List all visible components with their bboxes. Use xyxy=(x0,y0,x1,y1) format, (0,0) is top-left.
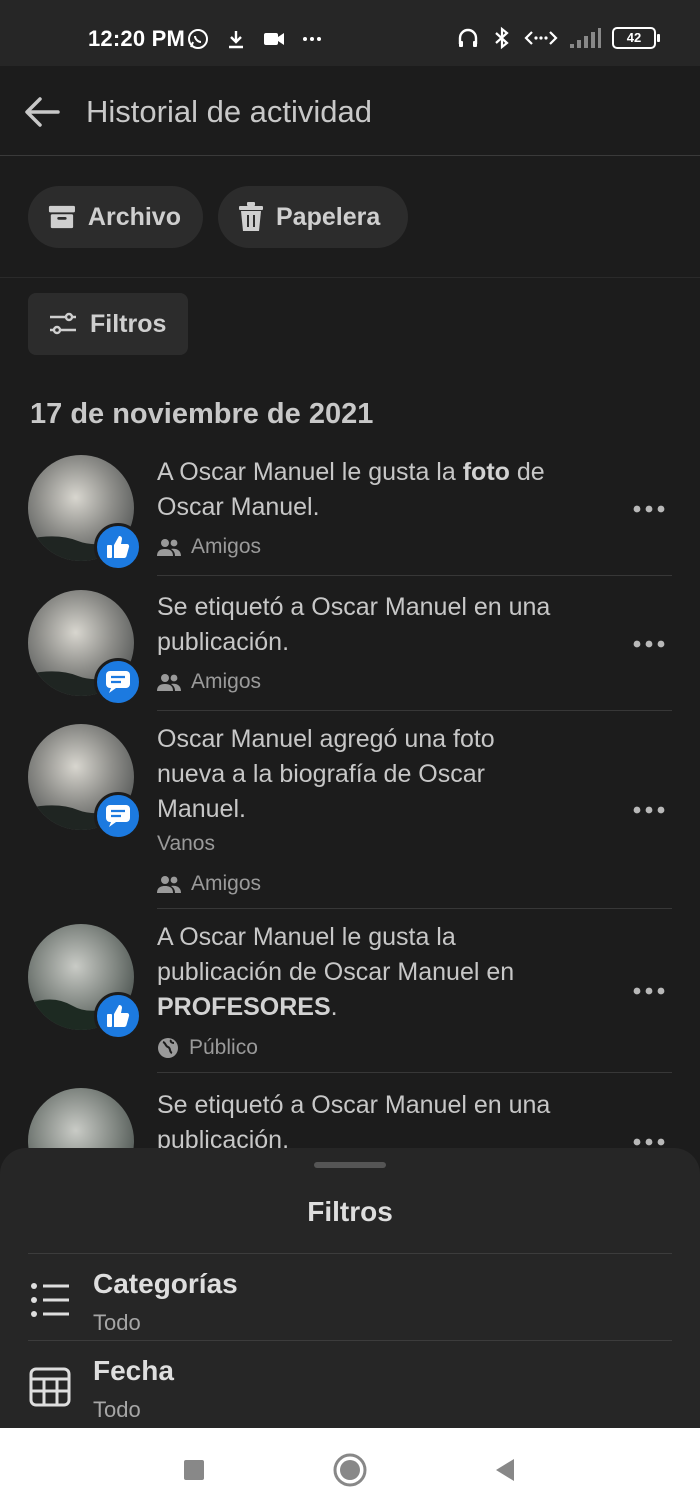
activity-item[interactable]: A Oscar Manuel le gusta la publicación d… xyxy=(0,920,700,1073)
activity-item[interactable]: A Oscar Manuel le gusta la foto de Oscar… xyxy=(0,455,700,576)
status-left-icons xyxy=(186,27,324,51)
recent-apps-icon[interactable] xyxy=(176,1452,212,1488)
activity-text: Se etiquetó a Oscar Manuel en una public… xyxy=(157,593,551,656)
trash-chip[interactable]: Papelera xyxy=(218,186,408,248)
archive-box-icon xyxy=(48,205,75,229)
divider xyxy=(157,575,672,576)
data-arrows-icon xyxy=(524,31,558,45)
sheet-item-value: Todo xyxy=(93,1397,141,1422)
chip-row: Archivo Papelera xyxy=(0,156,700,278)
filters-button-label: Filtros xyxy=(90,309,167,338)
globe-icon xyxy=(158,1038,178,1058)
page-title: Historial de actividad xyxy=(86,94,373,129)
activity-item[interactable]: Se etiquetó a Oscar Manuel en una public… xyxy=(0,590,700,711)
more-options-icon[interactable] xyxy=(632,638,666,650)
activity-privacy: Público xyxy=(157,1036,258,1060)
archive-chip-label: Archivo xyxy=(87,202,181,231)
friends-icon xyxy=(157,539,181,556)
sheet-item-categories[interactable]: Categorías Todo xyxy=(0,1254,700,1340)
comment-icon xyxy=(106,671,130,693)
filters-bottom-sheet: Filtros Categorías Todo Fecha Todo xyxy=(0,1148,700,1428)
friends-icon xyxy=(157,876,181,893)
headphones-icon xyxy=(458,28,478,47)
thumbs-up-icon xyxy=(107,1005,130,1027)
activity-privacy: Amigos xyxy=(157,670,261,694)
status-time: 12:20 PM xyxy=(88,26,185,51)
like-badge xyxy=(94,523,142,571)
video-icon xyxy=(264,33,284,45)
divider xyxy=(157,710,672,711)
activity-privacy: Amigos xyxy=(157,535,261,559)
download-icon xyxy=(229,31,243,49)
signal-icon xyxy=(570,28,601,48)
sheet-title: Filtros xyxy=(307,1196,393,1227)
filters-button[interactable]: Filtros xyxy=(28,293,188,355)
archive-chip[interactable]: Archivo xyxy=(28,186,203,248)
trash-chip-label: Papelera xyxy=(276,202,381,231)
whatsapp-icon xyxy=(188,29,208,49)
activity-text: A Oscar Manuel le gusta la publicación d… xyxy=(157,923,515,1021)
sliders-icon xyxy=(50,312,76,335)
list-icon xyxy=(31,1283,69,1317)
friends-icon xyxy=(157,674,181,691)
thumbs-up-icon xyxy=(107,536,130,558)
more-options-icon[interactable] xyxy=(632,985,666,997)
divider xyxy=(157,1072,672,1073)
divider xyxy=(157,908,672,909)
system-nav-bar xyxy=(0,1428,700,1511)
battery-indicator: 42 xyxy=(612,27,660,49)
back-arrow-icon[interactable] xyxy=(22,92,62,132)
status-bar: 12:20 PM 42 xyxy=(0,0,700,66)
status-right-icons: 42 xyxy=(456,26,660,50)
avatar xyxy=(28,724,142,840)
more-options-icon[interactable] xyxy=(632,503,666,515)
app-header: Historial de actividad xyxy=(0,66,700,156)
avatar xyxy=(28,924,142,1040)
activity-item[interactable]: Oscar Manuel agregó una foto nueva a la … xyxy=(0,722,700,909)
avatar xyxy=(28,455,142,571)
comment-badge xyxy=(94,658,142,706)
sheet-drag-handle[interactable] xyxy=(314,1162,386,1168)
bluetooth-icon xyxy=(495,26,509,50)
comment-icon xyxy=(106,805,130,827)
activity-text: Oscar Manuel agregó una foto nueva a la … xyxy=(157,725,495,823)
like-badge xyxy=(94,992,142,1040)
sheet-item-label: Fecha xyxy=(93,1355,174,1386)
activity-subtext: Vanos xyxy=(157,832,215,855)
sheet-item-label: Categorías xyxy=(93,1268,238,1299)
back-triangle-icon[interactable] xyxy=(488,1452,524,1488)
more-options-icon[interactable] xyxy=(632,1136,666,1148)
calendar-icon xyxy=(29,1367,71,1407)
comment-badge xyxy=(94,792,142,840)
trash-icon xyxy=(239,202,263,231)
more-dots-icon xyxy=(303,37,321,41)
sheet-item-date[interactable]: Fecha Todo xyxy=(0,1341,700,1427)
date-heading: 17 de noviembre de 2021 xyxy=(30,398,374,430)
more-options-icon[interactable] xyxy=(632,804,666,816)
activity-text: A Oscar Manuel le gusta la foto de Oscar… xyxy=(157,458,545,521)
avatar xyxy=(28,590,142,706)
home-icon[interactable] xyxy=(332,1452,368,1488)
sheet-item-value: Todo xyxy=(93,1310,141,1335)
activity-privacy: Amigos xyxy=(157,872,261,896)
